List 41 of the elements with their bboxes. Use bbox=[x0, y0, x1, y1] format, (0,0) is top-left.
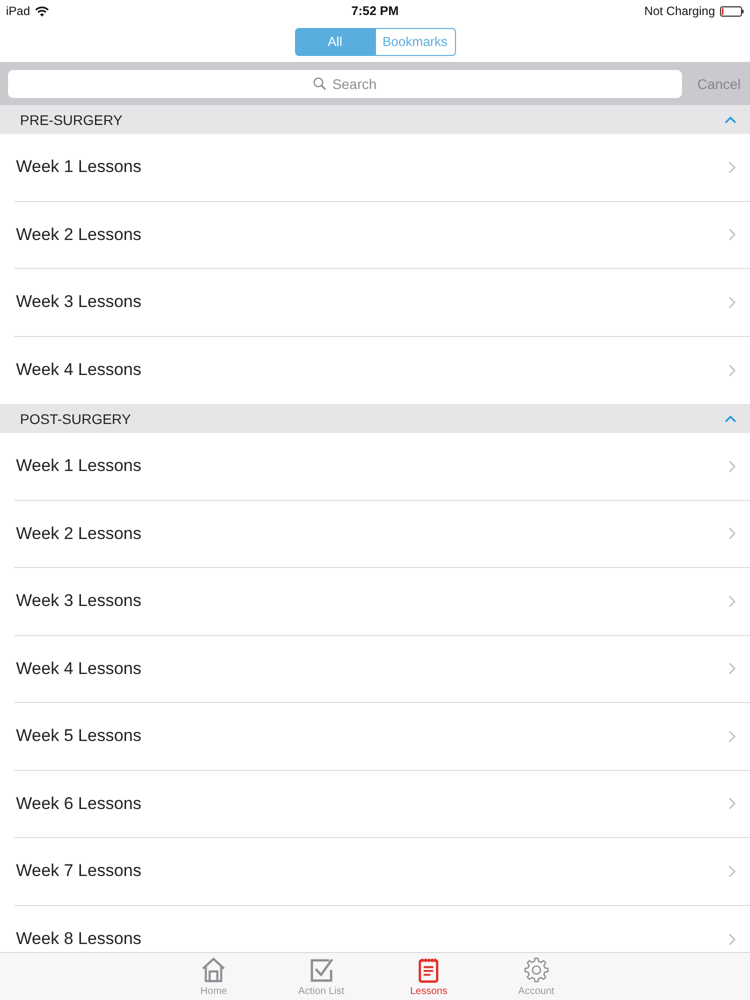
chevron-right-icon bbox=[728, 662, 736, 676]
lesson-row[interactable]: Week 7 Lessons bbox=[14, 838, 750, 906]
wifi-icon bbox=[35, 6, 50, 16]
chevron-right-icon bbox=[728, 730, 736, 743]
lesson-row[interactable]: Week 8 Lessons bbox=[14, 906, 750, 952]
chevron-right-icon bbox=[728, 864, 736, 878]
house-icon bbox=[201, 957, 226, 983]
chevron-right-icon bbox=[728, 932, 736, 946]
settings-icon bbox=[524, 957, 549, 983]
lesson-row[interactable]: Week 1 Lessons bbox=[14, 134, 750, 202]
checkbox-tick-icon bbox=[308, 957, 334, 983]
device-name: iPad bbox=[6, 4, 30, 18]
lesson-row[interactable]: Week 4 Lessons bbox=[14, 636, 750, 703]
chevron-right-icon bbox=[728, 160, 736, 174]
lesson-row[interactable]: Week 6 Lessons bbox=[14, 770, 750, 838]
status-time: 7:52 PM bbox=[351, 4, 399, 18]
lesson-row[interactable]: Week 4 Lessons bbox=[14, 336, 750, 404]
section-header[interactable]: PRE-SURGERY bbox=[0, 105, 750, 134]
chevron-right-icon bbox=[728, 527, 736, 540]
chevron-right-icon bbox=[728, 594, 736, 608]
notepad-icon bbox=[416, 957, 442, 983]
chevron-right-icon bbox=[728, 228, 736, 242]
section-title: POST-SURGERY bbox=[20, 410, 131, 426]
tab-bar-item[interactable]: Lessons bbox=[375, 953, 482, 1000]
lesson-row[interactable]: Week 2 Lessons bbox=[14, 202, 750, 269]
lesson-row[interactable]: Week 3 Lessons bbox=[14, 568, 750, 636]
search-icon bbox=[313, 77, 326, 90]
battery-status: Not Charging bbox=[644, 4, 715, 18]
lesson-row[interactable]: Week 1 Lessons bbox=[14, 433, 750, 500]
lesson-row[interactable]: Week 3 Lessons bbox=[14, 269, 750, 336]
battery-icon bbox=[720, 6, 744, 16]
chevron-up-icon[interactable] bbox=[724, 116, 737, 124]
chevron-up-icon[interactable] bbox=[724, 414, 737, 422]
chevron-right-icon bbox=[728, 364, 736, 377]
section-header[interactable]: POST-SURGERY bbox=[0, 404, 750, 433]
chevron-right-icon bbox=[728, 460, 736, 473]
chevron-right-icon bbox=[728, 296, 736, 309]
chevron-right-icon bbox=[728, 797, 736, 810]
lesson-row[interactable]: Week 2 Lessons bbox=[14, 500, 750, 568]
section-title: PRE-SURGERY bbox=[20, 112, 122, 128]
lesson-row[interactable]: Week 5 Lessons bbox=[14, 703, 750, 770]
